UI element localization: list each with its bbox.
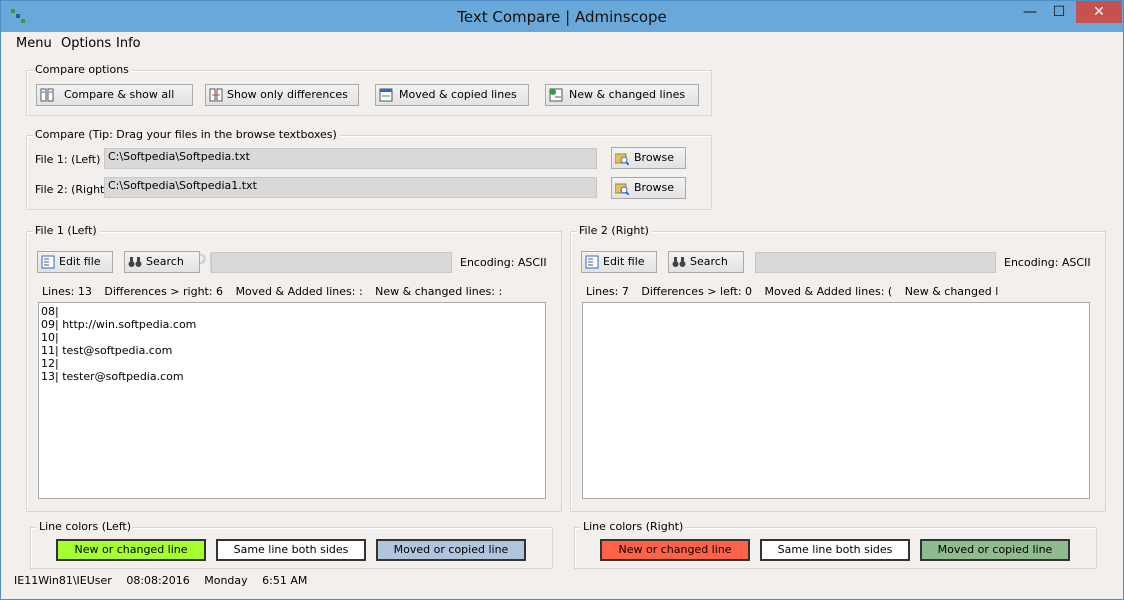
lines-count-right: Lines: 7 — [586, 285, 629, 298]
status-time: 6:51 AM — [262, 574, 308, 587]
status-user: IE11Win81\IEUser — [14, 574, 112, 587]
moved-copied-lines-button[interactable]: Moved & copied lines — [375, 84, 529, 106]
client-area: Menu Options Info SOFTPEDIA Compare opti… — [8, 32, 1116, 593]
browse-file2-label: Browse — [634, 181, 675, 194]
compare-files-group: Compare (Tip: Drag your files in the bro… — [26, 128, 712, 210]
menu-menu[interactable]: Menu — [16, 36, 52, 51]
legend-new-changed-right: New or changed line — [600, 539, 750, 561]
show-only-differences-label: Show only differences — [227, 88, 348, 101]
search-right-input[interactable] — [755, 252, 996, 273]
search-left-button[interactable]: Search — [124, 251, 200, 273]
show-only-differences-button[interactable]: Show only differences — [205, 84, 359, 106]
edit-icon — [585, 255, 599, 269]
moved-lines-icon — [379, 88, 393, 102]
stats-left: Lines: 13 Differences > right: 6 Moved &… — [42, 285, 547, 298]
new-changed-right: New & changed lines: ( — [904, 285, 998, 298]
moved-added-left: Moved & Added lines: : — [235, 285, 363, 298]
line-colors-left-label: Line colors (Left) — [37, 520, 134, 533]
lines-count-left: Lines: 13 — [42, 285, 92, 298]
line-colors-right-label: Line colors (Right) — [581, 520, 686, 533]
file2-path-input[interactable]: C:\Softpedia\Softpedia1.txt — [104, 177, 597, 198]
compare-show-all-button[interactable]: Compare & show all — [36, 84, 193, 106]
text-line: 10| — [41, 331, 59, 344]
file1-panel: File 1 (Left) Edit file Search Encoding:… — [26, 224, 562, 512]
legend-moved-copied-left: Moved or copied line — [376, 539, 526, 561]
edit-file-left-button[interactable]: Edit file — [37, 251, 113, 273]
compare-options-group: Compare options Compare & show all Show … — [26, 63, 712, 116]
differences-right: Differences > left: 0 — [641, 285, 753, 298]
folder-search-icon — [614, 181, 630, 196]
search-right-button[interactable]: Search — [668, 251, 744, 273]
new-lines-icon — [549, 88, 563, 102]
status-day: Monday — [204, 574, 248, 587]
search-left-label: Search — [146, 255, 184, 268]
edit-icon — [41, 255, 55, 269]
compare-show-all-label: Compare & show all — [64, 88, 175, 101]
maximize-button[interactable]: ☐ — [1045, 1, 1073, 23]
file2-panel: File 2 (Right) Edit file Search Encoding… — [570, 224, 1106, 512]
legend-same-line-right: Same line both sides — [760, 539, 910, 561]
edit-file-right-label: Edit file — [603, 255, 645, 268]
browse-file1-button[interactable]: Browse — [611, 147, 686, 169]
compare-files-label: Compare (Tip: Drag your files in the bro… — [33, 128, 339, 141]
app-window: Text Compare | Adminscope — ☐ ✕ Menu Opt… — [0, 0, 1124, 600]
binoculars-icon — [128, 255, 142, 269]
title-bar[interactable]: Text Compare | Adminscope — ☐ ✕ — [1, 1, 1123, 32]
file1-panel-label: File 1 (Left) — [33, 224, 99, 237]
edit-file-left-label: Edit file — [59, 255, 101, 268]
differences-left: Differences > right: 6 — [104, 285, 224, 298]
search-left-input[interactable] — [211, 252, 452, 273]
binoculars-icon — [672, 255, 686, 269]
legend-same-line-left: Same line both sides — [216, 539, 366, 561]
compare-icon — [40, 88, 54, 102]
folder-search-icon — [614, 151, 630, 166]
search-right-label: Search — [690, 255, 728, 268]
line-colors-left-group: Line colors (Left) New or changed line S… — [30, 520, 553, 569]
new-changed-lines-button[interactable]: New & changed lines — [545, 84, 699, 106]
text-line: 11| test@softpedia.com — [41, 344, 173, 357]
line-colors-right-group: Line colors (Right) New or changed line … — [574, 520, 1097, 569]
minimize-button[interactable]: — — [1016, 1, 1044, 23]
edit-file-right-button[interactable]: Edit file — [581, 251, 657, 273]
file2-text-view[interactable] — [582, 302, 1090, 499]
browse-file1-label: Browse — [634, 151, 675, 164]
status-bar: IE11Win81\IEUser 08:08:2016 Monday 6:51 … — [14, 574, 318, 587]
legend-new-changed-left: New or changed line — [56, 539, 206, 561]
differences-icon — [209, 88, 223, 102]
legend-moved-copied-right: Moved or copied line — [920, 539, 1070, 561]
compare-options-label: Compare options — [33, 63, 131, 76]
text-line: 12| — [41, 357, 59, 370]
file2-label: File 2: (Right) — [35, 183, 109, 196]
close-button[interactable]: ✕ — [1076, 1, 1122, 23]
file2-panel-label: File 2 (Right) — [577, 224, 651, 237]
file1-text-view[interactable]: 08| 09| http://win.softpedia.com 10| 11|… — [38, 302, 546, 499]
text-line: 08| — [41, 305, 59, 318]
file1-label: File 1: (Left) — [35, 153, 101, 166]
text-line: 13| tester@softpedia.com — [41, 370, 184, 383]
browse-file2-button[interactable]: Browse — [611, 177, 686, 199]
new-changed-left: New & changed lines: : — [375, 285, 503, 298]
window-title: Text Compare | Adminscope — [457, 8, 667, 26]
new-changed-lines-label: New & changed lines — [569, 88, 686, 101]
menu-bar: Menu Options Info — [8, 32, 1116, 54]
moved-added-right: Moved & Added lines: ( — [764, 285, 893, 298]
menu-info[interactable]: Info — [116, 36, 141, 51]
moved-copied-lines-label: Moved & copied lines — [399, 88, 517, 101]
file1-path-input[interactable]: C:\Softpedia\Softpedia.txt — [104, 148, 597, 169]
text-line: 09| http://win.softpedia.com — [41, 318, 197, 331]
encoding-right-label: Encoding: ASCII ( — [1004, 256, 1094, 269]
status-date: 08:08:2016 — [126, 574, 190, 587]
encoding-left-label: Encoding: ASCII ( — [460, 256, 550, 269]
stats-right: Lines: 7 Differences > left: 0 Moved & A… — [586, 285, 998, 298]
menu-options[interactable]: Options — [61, 36, 111, 51]
